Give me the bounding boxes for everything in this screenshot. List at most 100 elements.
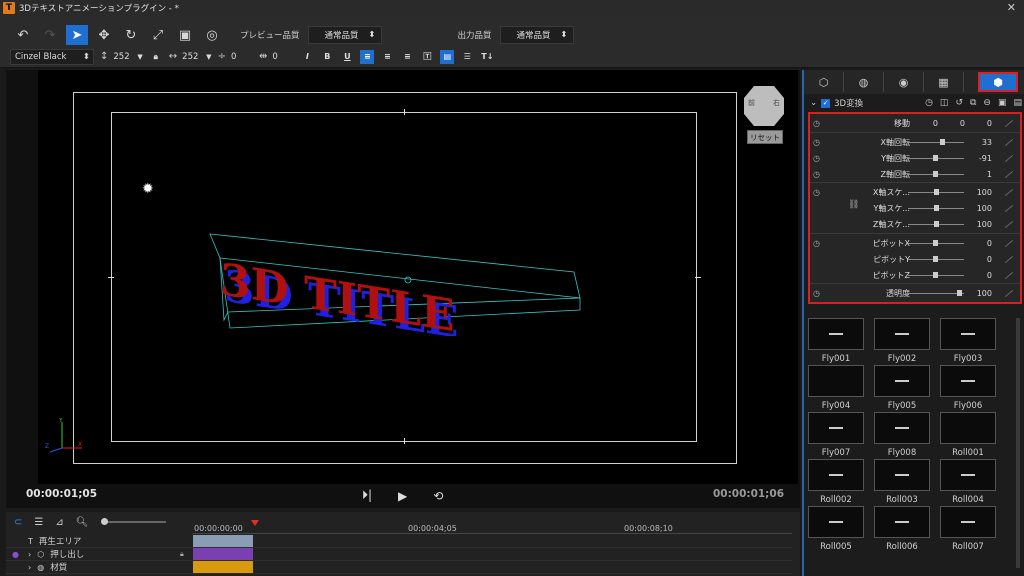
preset-item[interactable]: Roll002 (808, 459, 864, 505)
preview-quality-select[interactable]: 通常品質 ⬍ (307, 26, 382, 44)
slider-knob[interactable] (933, 271, 938, 278)
font-size-field[interactable]: ↕ 252 ▼ (100, 49, 143, 65)
slider-knob[interactable] (957, 289, 962, 296)
param-row[interactable]: ◷ 移動 0 0 0 (810, 115, 1020, 131)
preset-item[interactable]: Fly001 (808, 318, 864, 364)
curve-icon[interactable] (1004, 255, 1014, 263)
param-row[interactable]: ◷ ピボットX 0 (810, 235, 1020, 251)
param-slider[interactable] (908, 289, 964, 296)
param-value[interactable]: 0 (987, 271, 992, 280)
param-row[interactable]: ◷ 透明度 100 (810, 285, 1020, 301)
param-slider[interactable] (908, 255, 964, 262)
curve-icon[interactable] (1004, 138, 1014, 146)
param-row[interactable]: ピボットY 0 (810, 251, 1020, 267)
param-row[interactable]: Z軸スケ... 100 (810, 216, 1020, 232)
tab-background-icon[interactable]: ▦ (924, 72, 964, 92)
redo-icon[interactable]: ↷ (39, 25, 61, 45)
preset-item[interactable]: Fly005 (874, 365, 930, 411)
curve-icon[interactable] (1004, 119, 1014, 127)
preset-item[interactable]: Fly007 (808, 412, 864, 458)
preset-item[interactable]: Fly003 (940, 318, 996, 364)
section-checkbox[interactable]: ✓ (821, 98, 831, 108)
tab-object-icon[interactable]: ⬡ (804, 72, 844, 92)
param-value[interactable]: 0 (933, 119, 938, 128)
justify-icon[interactable]: ☰ (460, 50, 474, 64)
title-3d-text[interactable]: 3D TITLE 3D TITLE (202, 228, 586, 336)
slider-knob[interactable] (933, 255, 938, 262)
undo-icon[interactable]: ↶ (12, 25, 34, 45)
target-icon[interactable]: ◎ (201, 25, 223, 45)
dropdown-icon[interactable]: ▼ (137, 53, 142, 61)
lock-icon[interactable]: 🔒︎ (149, 50, 163, 64)
track-icon[interactable]: ☰ (34, 517, 43, 528)
preset-item[interactable]: Roll004 (940, 459, 996, 505)
param-row[interactable]: ◷ X軸スケ... 100 (810, 184, 1020, 200)
preset-item[interactable]: Roll005 (808, 506, 864, 552)
slider-knob[interactable] (933, 154, 938, 161)
graph-icon[interactable]: ⊿ (55, 517, 63, 528)
load-icon[interactable]: ▤ (1013, 98, 1022, 108)
fit-icon[interactable]: ⤢ (147, 25, 169, 45)
zoom-icon[interactable]: 🔍︎ (76, 517, 89, 528)
param-row[interactable]: ◷ Z軸回転 1 (810, 166, 1020, 182)
param-slider[interactable] (908, 170, 964, 177)
param-value[interactable]: 33 (982, 138, 992, 147)
preset-scrollbar[interactable] (1016, 318, 1020, 568)
preset-thumbnail[interactable] (940, 412, 996, 444)
clock-icon[interactable]: ◷ (925, 98, 933, 108)
preset-thumbnail[interactable] (874, 318, 930, 350)
preset-item[interactable]: Fly002 (874, 318, 930, 364)
preset-thumbnail[interactable] (808, 459, 864, 491)
preset-thumbnail[interactable] (874, 365, 930, 397)
select-tool-icon[interactable]: ➤ (66, 25, 88, 45)
param-value[interactable]: 100 (977, 188, 992, 197)
param-value[interactable]: 0 (987, 239, 992, 248)
clock-icon[interactable]: ◷ (813, 119, 820, 128)
track-row[interactable]: ● › ⬡ 押し出し 🔒︎ (6, 548, 792, 561)
clock-icon[interactable]: ◷ (813, 188, 820, 197)
param-value[interactable]: 0 (960, 119, 965, 128)
track-row[interactable]: T 再生エリア (6, 535, 792, 548)
preset-thumbnail[interactable] (808, 412, 864, 444)
param-row[interactable]: ◷ Y軸回転 -91 (810, 150, 1020, 166)
layout-icon[interactable]: ▤ (440, 49, 455, 64)
preset-thumbnail[interactable] (874, 412, 930, 444)
font-width-field[interactable]: ↔ 252 ▼ (169, 49, 212, 65)
track-row[interactable]: › ◍ 材質 (6, 561, 792, 574)
param-row[interactable]: Y軸スケ... 100 (810, 200, 1020, 216)
curve-icon[interactable] (1004, 220, 1014, 228)
preset-item[interactable]: Roll006 (874, 506, 930, 552)
preset-item[interactable]: Fly008 (874, 412, 930, 458)
rotate-tool-icon[interactable]: ↻ (120, 25, 142, 45)
section-header[interactable]: ⌄ ✓ 3D変換 ◷ ◫ ↺ ⧉ ⊖ ▣ ▤ (804, 95, 1024, 111)
font-select[interactable]: Cinzel Black ⬍ (10, 48, 94, 65)
track-clip[interactable] (193, 561, 253, 573)
light-icon[interactable]: ✹ (142, 181, 154, 197)
param-slider[interactable] (908, 204, 964, 211)
lock-icon[interactable]: 🔒︎ (180, 550, 184, 559)
tab-material-icon[interactable]: ◍ (844, 72, 884, 92)
reset-icon[interactable]: ↺ (955, 98, 963, 108)
char-spacing-field[interactable]: ⇹ 0 (259, 49, 294, 65)
preset-item[interactable]: Roll001 (940, 412, 996, 458)
align-left-icon[interactable]: ≡ (360, 49, 375, 64)
preset-thumbnail[interactable] (940, 459, 996, 491)
param-slider[interactable] (908, 239, 964, 246)
copy-icon[interactable]: ⧉ (970, 98, 976, 108)
text-box-icon[interactable]: 🅃 (420, 50, 434, 64)
param-slider[interactable] (908, 220, 964, 227)
text-direction-icon[interactable]: T↓ (480, 50, 494, 64)
param-value[interactable]: 0 (987, 119, 992, 128)
param-slider[interactable] (908, 188, 964, 195)
align-center-icon[interactable]: ≡ (380, 50, 394, 64)
reset-view-button[interactable]: リセット (747, 130, 783, 144)
curve-icon[interactable] (1004, 188, 1014, 196)
slider-knob[interactable] (934, 220, 939, 227)
preset-item[interactable]: Roll007 (940, 506, 996, 552)
align-right-icon[interactable]: ≡ (400, 50, 414, 64)
preset-thumbnail[interactable] (808, 318, 864, 350)
minus-icon[interactable]: ⊖ (983, 98, 991, 108)
curve-icon[interactable] (1004, 289, 1014, 297)
preview-stage[interactable]: ✹ 3D TITLE 3D TITLE Y X Z 前 右 リセット (38, 70, 798, 484)
save-icon[interactable]: ▣ (998, 98, 1007, 108)
